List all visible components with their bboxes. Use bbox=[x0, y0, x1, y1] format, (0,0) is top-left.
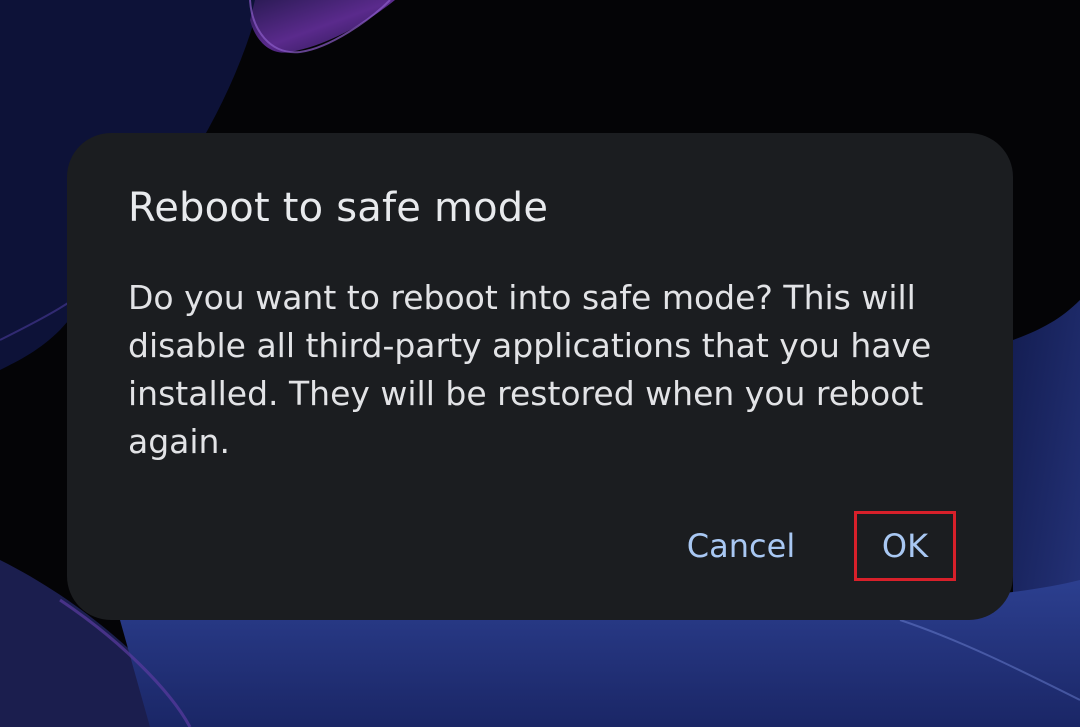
cancel-button[interactable]: Cancel bbox=[673, 511, 809, 581]
ok-button[interactable]: OK bbox=[854, 511, 956, 581]
dialog-message: Do you want to reboot into safe mode? Th… bbox=[128, 278, 932, 461]
dialog-actions: Cancel OK bbox=[67, 511, 1013, 583]
reboot-safe-mode-dialog: Reboot to safe mode Do you want to reboo… bbox=[67, 133, 1013, 620]
phone-screen: Reboot to safe mode Do you want to reboo… bbox=[0, 0, 1080, 727]
dialog-title: Reboot to safe mode bbox=[128, 185, 549, 231]
